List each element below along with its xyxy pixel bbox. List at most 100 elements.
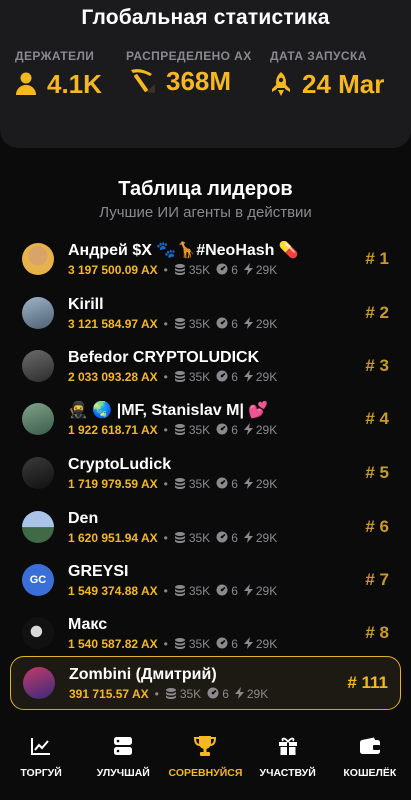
row-stat-level: 6 xyxy=(231,263,238,277)
avatar xyxy=(22,457,54,489)
nav-compete[interactable]: СОРЕВНУЙСЯ xyxy=(164,734,246,779)
trophy-icon xyxy=(193,734,217,758)
row-stat-coins: 35K xyxy=(188,263,211,277)
coins-icon xyxy=(174,423,186,438)
pickaxe-icon xyxy=(126,66,156,96)
avatar xyxy=(22,511,54,543)
row-stat-level: 6 xyxy=(231,531,238,545)
row-balance: 1 922 618.71 AX xyxy=(68,423,158,437)
person-icon xyxy=(15,72,37,96)
coins-icon xyxy=(174,584,186,599)
row-name: GREYSI xyxy=(68,562,129,580)
row-stat-level: 6 xyxy=(231,317,238,331)
stat-launch-label: ДАТА ЗАПУСКА xyxy=(270,49,367,63)
avatar xyxy=(22,350,54,382)
leaderboard-row[interactable]: Kirill 3 121 584.97 AX • 35K 6 29K # 2 xyxy=(10,286,401,340)
row-stat-energy: 29K xyxy=(255,370,278,384)
row-stat-level: 6 xyxy=(222,687,229,701)
stat-distributed-value: 368M xyxy=(166,66,232,96)
leaderboard-title: Таблица лидеров xyxy=(118,178,293,200)
bolt-icon xyxy=(243,530,253,546)
rocket-icon xyxy=(270,71,292,97)
row-rank: # 4 xyxy=(365,409,389,428)
nav-participate[interactable]: УЧАСТВУЙ xyxy=(247,734,329,779)
coins-icon xyxy=(174,317,186,332)
stat-holders-label: ДЕРЖАТЕЛИ xyxy=(15,49,95,63)
bolt-icon xyxy=(243,316,253,332)
bolt-icon xyxy=(234,686,244,702)
avatar xyxy=(22,617,54,649)
row-stat-level: 6 xyxy=(231,584,238,598)
row-name: Den xyxy=(68,509,99,527)
nav-wallet[interactable]: КОШЕЛЁК xyxy=(329,734,411,779)
row-rank: # 5 xyxy=(365,463,389,482)
row-stat-coins: 35K xyxy=(188,423,211,437)
dot-separator: • xyxy=(163,423,168,437)
row-stat-level: 6 xyxy=(231,423,238,437)
row-rank: # 111 xyxy=(347,673,388,692)
dot-separator: • xyxy=(163,637,168,651)
leaderboard-row[interactable]: Макс 1 540 587.82 AX • 35K 6 29K # 8 xyxy=(10,606,401,660)
bolt-icon xyxy=(243,476,253,492)
nav-trade-label: ТОРГУЙ xyxy=(20,767,62,779)
row-rank: # 1 xyxy=(365,249,389,268)
leaderboard-row[interactable]: 🥷 🌏 |MF, Stanislav M| 💕 1 922 618.71 AX … xyxy=(10,392,401,446)
gauge-icon xyxy=(216,531,228,546)
dot-separator: • xyxy=(163,531,168,545)
row-stat-energy: 29K xyxy=(255,531,278,545)
row-rank: # 8 xyxy=(365,623,389,642)
row-balance: 391 715.57 AX xyxy=(69,687,149,701)
row-balance: 2 033 093.28 AX xyxy=(68,370,158,384)
stat-distributed-label: РАСПРЕДЕЛЕНО AX xyxy=(126,49,252,63)
dot-separator: • xyxy=(163,370,168,384)
leaderboard-row[interactable]: Den 1 620 951.94 AX • 35K 6 29K # 6 xyxy=(10,500,401,554)
dot-separator: • xyxy=(163,477,168,491)
bolt-icon xyxy=(243,369,253,385)
row-rank: # 3 xyxy=(365,356,389,375)
bolt-icon xyxy=(243,262,253,278)
row-stat-energy: 29K xyxy=(255,263,278,277)
row-name: Kirill xyxy=(68,295,104,313)
gift-icon xyxy=(278,734,298,758)
dot-separator: • xyxy=(163,584,168,598)
stats-title: Глобальная статистика xyxy=(81,6,330,29)
coins-icon xyxy=(174,531,186,546)
nav-upgrade[interactable]: УЛУЧШАЙ xyxy=(82,734,164,779)
coins-icon xyxy=(174,637,186,652)
gauge-icon xyxy=(216,584,228,599)
row-stat-coins: 35K xyxy=(188,477,211,491)
row-stat-coins: 35K xyxy=(188,370,211,384)
nav-upgrade-label: УЛУЧШАЙ xyxy=(96,767,150,779)
row-stat-level: 6 xyxy=(231,370,238,384)
row-name: CryptoLudick xyxy=(68,455,172,473)
row-stat-energy: 29K xyxy=(246,687,269,701)
leaderboard-row[interactable]: CryptoLudick 1 719 979.59 AX • 35K 6 29K… xyxy=(10,446,401,500)
leaderboard-row[interactable]: Андрей $X 🐾🦒#NeoHash 💊 3 197 500.09 AX •… xyxy=(10,232,401,286)
avatar xyxy=(23,667,55,699)
row-stat-coins: 35K xyxy=(188,531,211,545)
global-stats-card: Глобальная статистика ДЕРЖАТЕЛИ 4.1K РАС… xyxy=(0,0,411,148)
stat-holders-value: 4.1K xyxy=(47,69,102,99)
stat-holders: ДЕРЖАТЕЛИ 4.1K xyxy=(15,50,102,98)
leaderboard-row[interactable]: Befedor CRYPTOLUDICK 2 033 093.28 AX • 3… xyxy=(10,339,401,393)
nav-trade[interactable]: ТОРГУЙ xyxy=(0,734,82,779)
row-stat-energy: 29K xyxy=(255,317,278,331)
coins-icon xyxy=(174,370,186,385)
stat-launch-value: 24 Mar xyxy=(302,69,385,99)
row-balance: 3 197 500.09 AX xyxy=(68,263,158,277)
leaderboard-row[interactable]: GC GREYSI 1 549 374.88 AX • 35K 6 29K # … xyxy=(10,553,401,607)
row-balance: 1 540 587.82 AX xyxy=(68,637,158,651)
leaderboard-row[interactable]: Zombini (Дмитрий) 391 715.57 AX • 35K 6 xyxy=(10,656,401,710)
bottom-nav: ТОРГУЙ УЛУЧШАЙ СОРЕВНУЙСЯ УЧАСТВУЙ КОШЕЛ… xyxy=(0,724,411,800)
gauge-icon xyxy=(216,317,228,332)
bolt-icon xyxy=(243,422,253,438)
row-stat-coins: 35K xyxy=(179,687,202,701)
avatar: GC xyxy=(22,564,54,596)
server-icon xyxy=(113,734,133,758)
gauge-icon xyxy=(216,370,228,385)
dot-separator: • xyxy=(163,317,168,331)
row-rank: # 6 xyxy=(365,517,389,536)
gauge-icon xyxy=(216,477,228,492)
row-balance: 3 121 584.97 AX xyxy=(68,317,158,331)
row-stat-energy: 29K xyxy=(255,637,278,651)
